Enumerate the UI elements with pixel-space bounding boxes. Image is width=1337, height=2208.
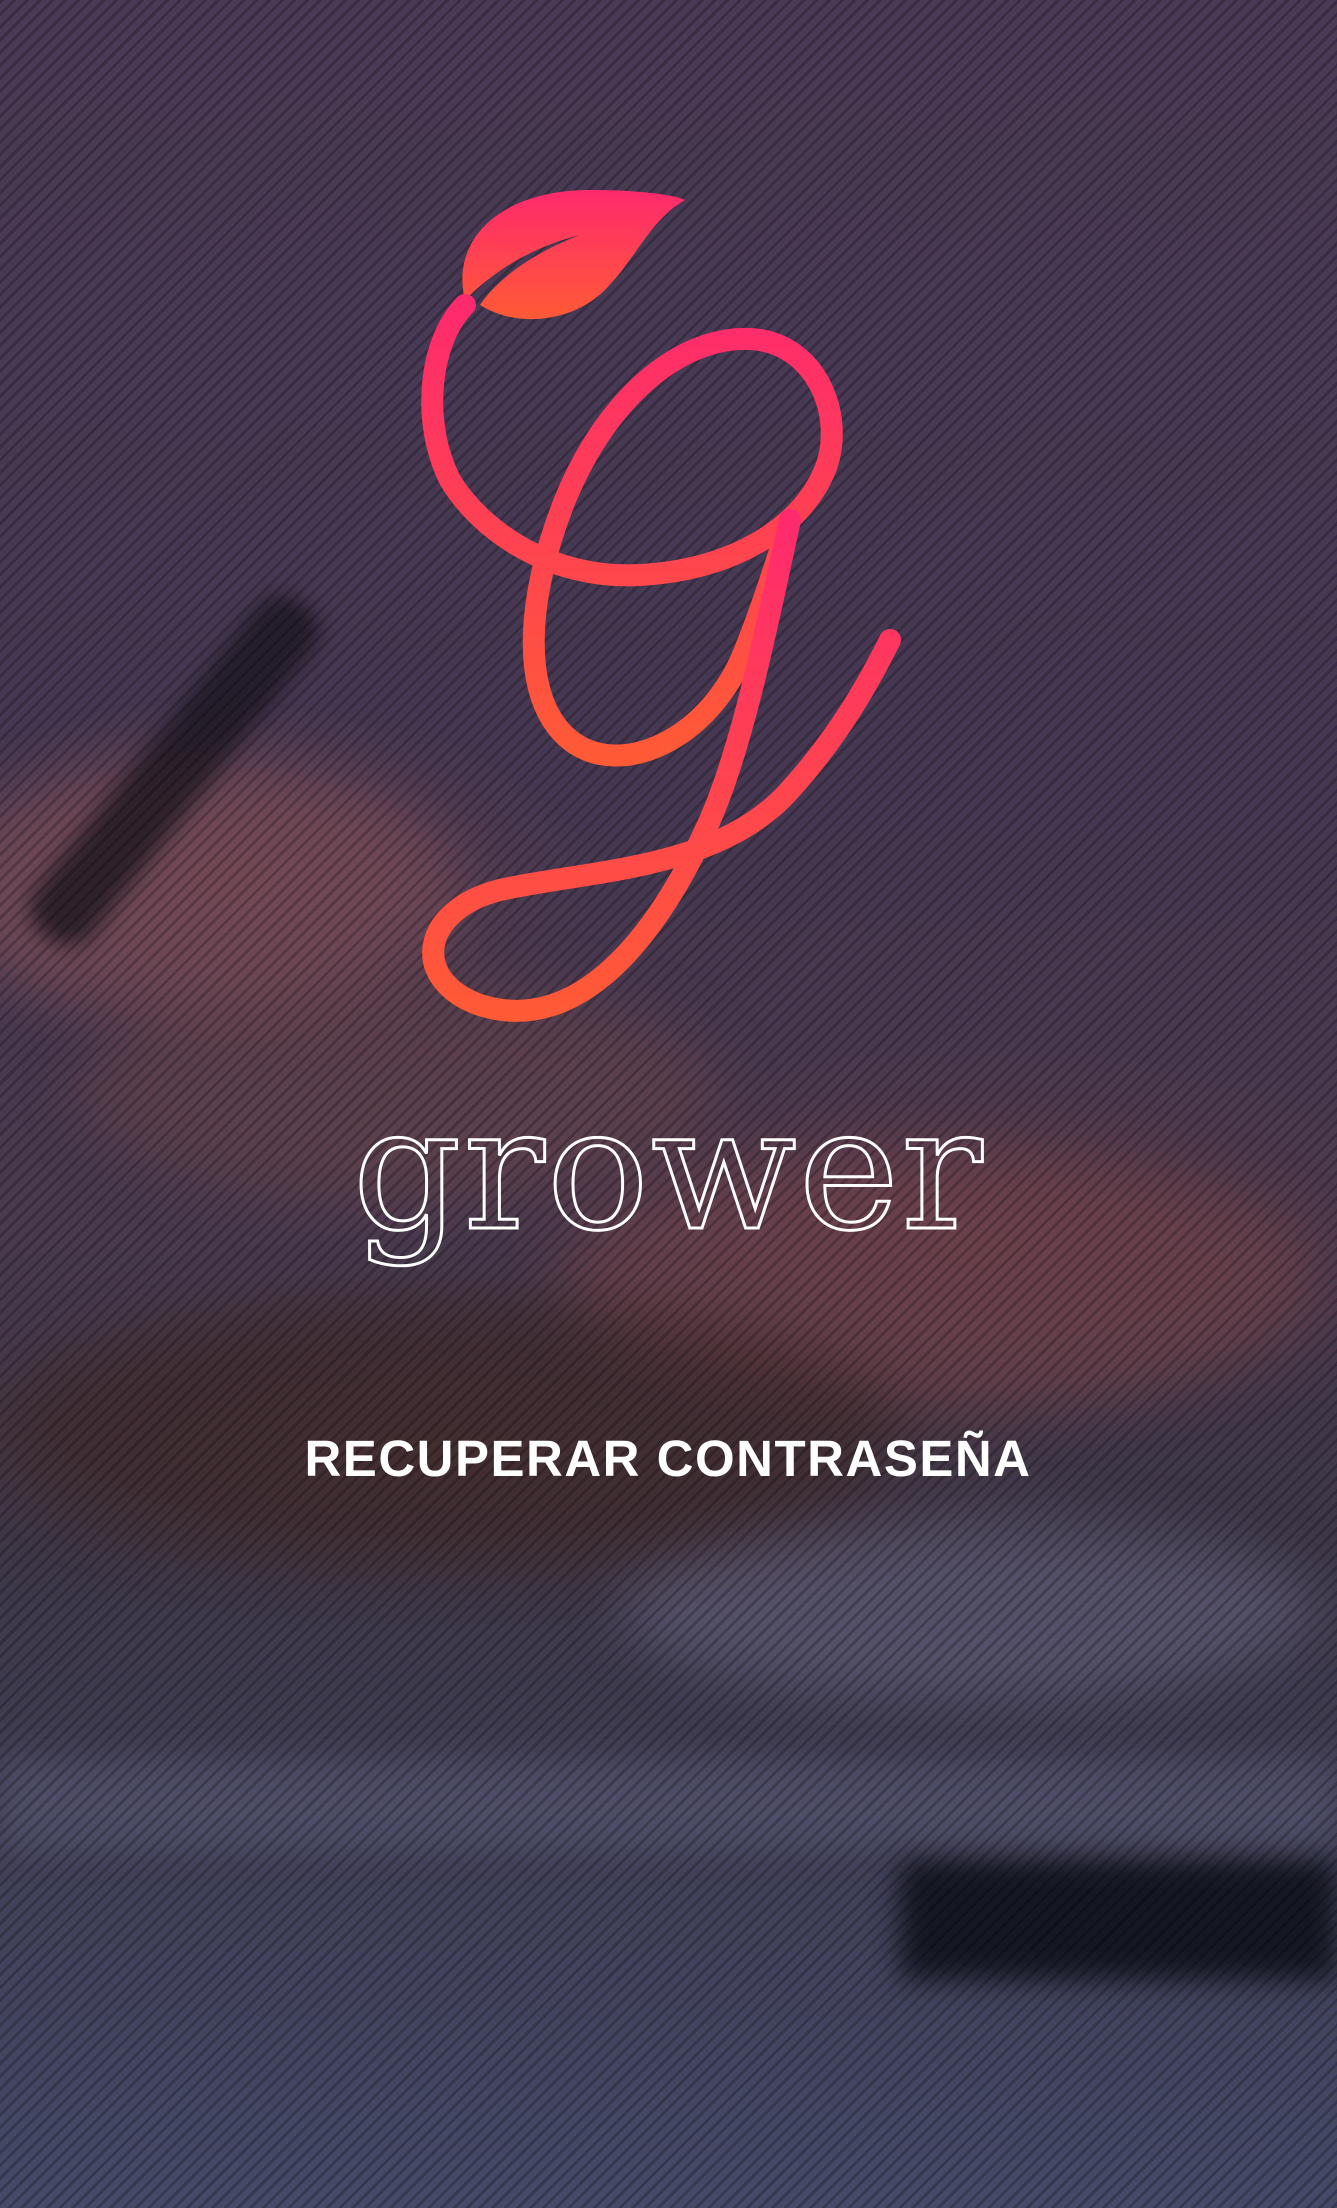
login-screen: grower RECUPERAR CONTRASEÑA [0, 0, 1337, 2208]
recover-password-button[interactable]: RECUPERAR CONTRASEÑA [268, 1408, 1068, 1508]
app-wordmark: grower [351, 1071, 985, 1269]
leaf-g-logo-icon [421, 190, 901, 1022]
